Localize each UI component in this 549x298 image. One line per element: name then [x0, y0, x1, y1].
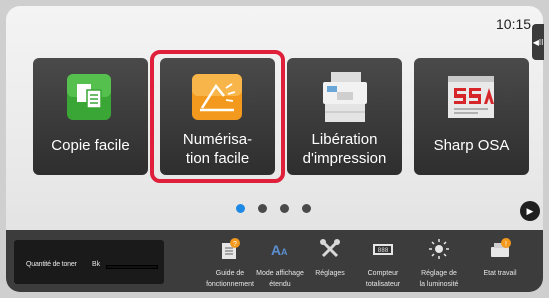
job-status-icon: !: [491, 238, 511, 257]
page-dot[interactable]: [258, 204, 267, 213]
printer-release-icon: [323, 72, 367, 122]
counter-icon: 888: [373, 244, 393, 255]
next-page-button[interactable]: ▶: [520, 201, 540, 221]
tile-label: Sharp OSA: [433, 137, 510, 154]
toner-level-fill: [106, 265, 158, 269]
selected-tile-highlight: [150, 50, 285, 183]
tile-easy-copy[interactable]: Copie facile: [33, 58, 148, 175]
osa-icon: [448, 76, 494, 118]
page-dot[interactable]: [280, 204, 289, 213]
page-dot[interactable]: [236, 204, 245, 213]
job-status-button[interactable]: ! Etat travail: [470, 238, 530, 292]
tile-label: Libération d'impression: [302, 131, 387, 167]
toner-label: Quantité de toner: [26, 261, 77, 268]
brightness-button[interactable]: Réglage de la luminosité: [409, 238, 469, 292]
guide-icon: ?: [222, 238, 240, 259]
copy-icon: [67, 74, 111, 120]
text-size-icon: A A: [271, 242, 288, 258]
job-status-label: Etat travail: [483, 270, 517, 277]
toner-channel: Bk: [92, 261, 101, 268]
page-indicator: [236, 204, 311, 213]
svg-text:!: !: [505, 241, 507, 248]
settings-tools-icon: [320, 239, 340, 258]
brightness-icon: [429, 239, 449, 259]
svg-text:A: A: [281, 247, 288, 257]
clock: 10:15: [496, 16, 532, 32]
svg-text:?: ?: [233, 241, 237, 248]
tile-sharp-osa[interactable]: Sharp OSA: [414, 58, 529, 175]
svg-text:A: A: [271, 242, 281, 258]
toner-level-bar: [106, 265, 158, 269]
tile-print-release[interactable]: Libération d'impression: [287, 58, 402, 175]
svg-text:888: 888: [378, 247, 389, 254]
tile-label: Copie facile: [51, 137, 130, 154]
side-panel-tab[interactable]: ◀II: [532, 24, 544, 60]
page-dot[interactable]: [302, 204, 311, 213]
